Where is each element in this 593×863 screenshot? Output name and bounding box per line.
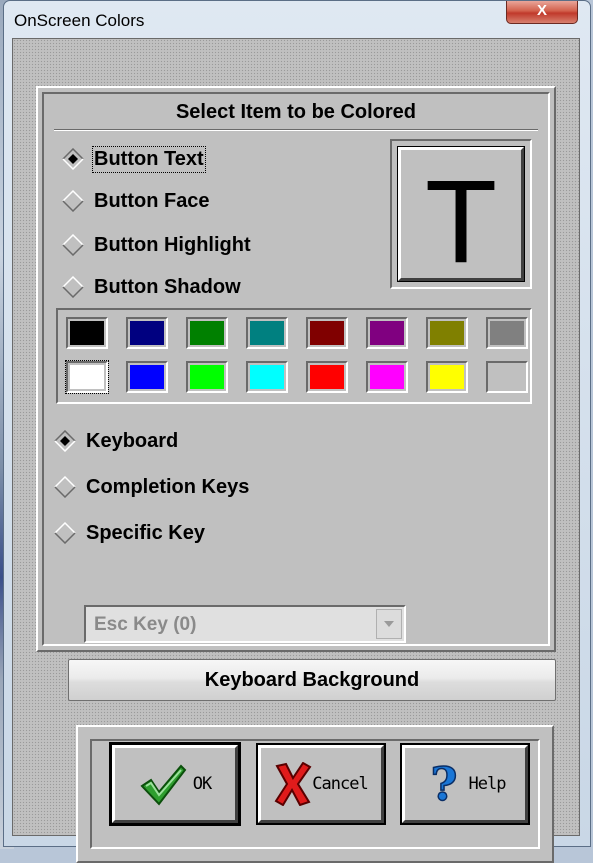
window-title: OnScreen Colors (14, 11, 145, 30)
color-settings-panel: Select Item to be Colored Button Text Bu… (36, 86, 556, 652)
color-swatch[interactable] (246, 361, 288, 393)
radio-label: Button Highlight (94, 233, 251, 256)
radio-label: Button Shadow (94, 275, 241, 298)
preview-button: T (397, 146, 525, 288)
radio-label: Specific Key (86, 521, 205, 544)
radio-label: Keyboard (86, 429, 179, 452)
section-title: Select Item to be Colored (175, 101, 417, 123)
svg-text:T: T (425, 156, 497, 278)
color-swatch[interactable] (486, 361, 528, 393)
button-label: Keyboard Background (204, 668, 420, 691)
color-preview-frame: T (390, 139, 532, 289)
radio-button-text[interactable]: Button Text (62, 144, 206, 174)
radio-label: Button Face (94, 189, 210, 212)
radio-specific-key[interactable]: Specific Key (54, 518, 205, 548)
swatch-fill (250, 365, 284, 389)
swatch-fill (370, 365, 404, 389)
radio-unselected-icon (54, 522, 76, 544)
swatch-fill (190, 365, 224, 389)
title-bar[interactable]: OnScreen Colors X (4, 1, 590, 37)
color-swatch[interactable] (246, 317, 288, 349)
keyboard-background-button[interactable]: Keyboard Background (68, 659, 556, 701)
close-button[interactable]: X (506, 1, 578, 24)
svg-text:?: ? (430, 760, 457, 808)
radio-button-shadow[interactable]: Button Shadow (62, 272, 241, 302)
color-swatch[interactable] (426, 317, 468, 349)
color-swatch[interactable] (366, 317, 408, 349)
color-swatch[interactable] (486, 317, 528, 349)
action-buttons-panel: OK Cancel ? Help (76, 725, 554, 863)
swatch-fill (130, 321, 164, 345)
swatch-fill (70, 321, 104, 345)
divider (54, 129, 538, 131)
radio-unselected-icon (54, 476, 76, 498)
specific-key-dropdown[interactable]: Esc Key (0) (84, 605, 406, 643)
radio-button-highlight[interactable]: Button Highlight (62, 230, 251, 260)
color-swatch[interactable] (66, 317, 108, 349)
swatch-fill (190, 321, 224, 345)
preview-letter-icon: T (425, 156, 497, 288)
swatch-fill (490, 365, 524, 389)
swatch-fill (130, 365, 164, 389)
radio-label: Button Text (92, 145, 206, 173)
color-swatch[interactable] (426, 361, 468, 393)
radio-unselected-icon (62, 234, 84, 256)
help-button[interactable]: ? Help (400, 743, 530, 825)
swatch-fill (250, 321, 284, 345)
swatch-fill (490, 321, 524, 345)
radio-unselected-icon (62, 276, 84, 298)
swatch-fill (430, 365, 464, 389)
color-swatch[interactable] (366, 361, 408, 393)
ok-button[interactable]: OK (109, 742, 241, 826)
red-x-icon (274, 762, 312, 806)
radio-button-face[interactable]: Button Face (62, 186, 210, 216)
swatch-fill (370, 321, 404, 345)
swatch-fill (310, 365, 344, 389)
color-swatch[interactable] (126, 317, 168, 349)
radio-selected-icon (54, 430, 76, 452)
radio-completion-keys[interactable]: Completion Keys (54, 472, 249, 502)
dropdown-value: Esc Key (0) (94, 614, 197, 635)
color-swatch[interactable] (186, 361, 228, 393)
swatch-fill (70, 365, 104, 389)
color-swatch-selected[interactable] (65, 360, 109, 394)
swatch-fill (430, 321, 464, 345)
question-mark-icon: ? (429, 760, 457, 808)
radio-unselected-icon (62, 190, 84, 212)
radio-label: Completion Keys (86, 475, 250, 498)
color-swatch[interactable] (306, 361, 348, 393)
checkmark-icon (140, 764, 187, 806)
close-icon: X (536, 2, 547, 19)
color-swatch[interactable] (306, 317, 348, 349)
chevron-down-icon (384, 621, 394, 627)
button-label: Help (468, 774, 507, 794)
color-swatch[interactable] (126, 361, 168, 393)
color-palette (56, 308, 532, 404)
button-label: OK (192, 774, 213, 794)
color-swatch[interactable] (186, 317, 228, 349)
radio-selected-icon (62, 148, 84, 170)
radio-keyboard[interactable]: Keyboard (54, 426, 178, 456)
client-area: Select Item to be Colored Button Text Bu… (12, 38, 580, 863)
dropdown-arrow-button[interactable] (376, 609, 402, 639)
cancel-button[interactable]: Cancel (256, 743, 386, 825)
dialog-window: OnScreen Colors X Select Item to be Colo… (3, 0, 591, 863)
button-label: Cancel (312, 774, 368, 794)
swatch-fill (310, 321, 344, 345)
